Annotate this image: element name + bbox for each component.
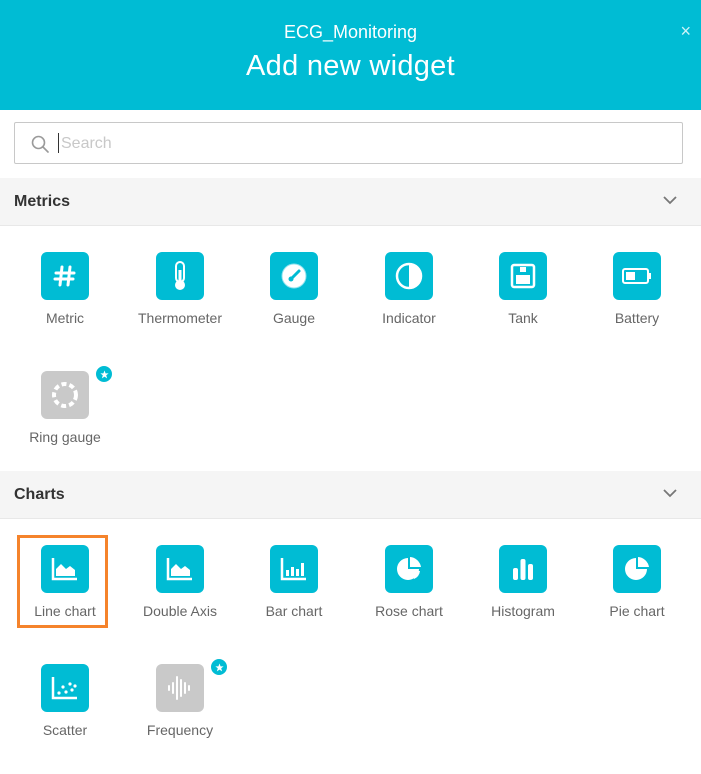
tank-icon <box>499 252 547 300</box>
close-icon[interactable]: × <box>680 21 691 42</box>
search-input[interactable] <box>59 133 663 155</box>
widget-label: Pie chart <box>609 603 665 619</box>
hash-icon <box>41 252 89 300</box>
section-metrics-title: Metrics <box>14 193 71 210</box>
scatter-icon <box>41 664 89 712</box>
widget-label: Ring gauge <box>29 429 101 445</box>
chevron-down-icon[interactable] <box>663 196 677 205</box>
widget-metric[interactable]: Metric <box>8 252 122 362</box>
widget-gauge[interactable]: Gauge <box>237 252 351 362</box>
ring-gauge-icon <box>41 371 89 419</box>
area-chart-icon <box>156 545 204 593</box>
chevron-down-icon[interactable] <box>663 489 677 498</box>
thermometer-icon <box>156 252 204 300</box>
widget-ring-gauge[interactable]: Ring gauge <box>8 365 122 481</box>
premium-star-icon <box>95 365 113 383</box>
battery-icon <box>613 252 661 300</box>
search-icon <box>31 135 49 153</box>
rose-chart-icon <box>385 545 433 593</box>
widget-label: Scatter <box>42 722 88 738</box>
widget-label: Histogram <box>491 603 555 619</box>
premium-star-icon <box>210 658 228 676</box>
pie-chart-icon <box>613 545 661 593</box>
widget-bar-chart[interactable]: Bar chart <box>237 545 351 655</box>
widget-label: Metric <box>45 310 85 326</box>
widget-label: Rose chart <box>375 603 443 619</box>
widget-scatter[interactable]: Scatter <box>8 664 122 774</box>
area-chart-icon <box>41 545 89 593</box>
widget-frequency[interactable]: Frequency <box>123 658 237 774</box>
widget-double-axis[interactable]: Double Axis <box>123 545 237 655</box>
widget-label: Thermometer <box>137 310 223 326</box>
section-charts-title: Charts <box>14 486 65 503</box>
gauge-icon <box>270 252 318 300</box>
widget-pie-chart[interactable]: Pie chart <box>580 545 694 655</box>
section-charts-header[interactable]: Charts <box>0 471 701 519</box>
widget-label: Tank <box>508 310 538 326</box>
search-box[interactable] <box>14 122 683 164</box>
widget-label: Frequency <box>146 722 214 738</box>
dashboard-name: ECG_Monitoring <box>283 22 418 42</box>
widget-label: Gauge <box>272 310 316 326</box>
widget-label: Double Axis <box>143 603 217 619</box>
widget-line-chart[interactable]: Line chart <box>8 545 122 655</box>
text-caret <box>58 133 59 153</box>
histogram-icon <box>499 545 547 593</box>
dialog-header: ECG_Monitoring Add new widget × <box>0 0 701 110</box>
widget-label: Battery <box>614 310 660 326</box>
widget-battery[interactable]: Battery <box>580 252 694 362</box>
widget-rose-chart[interactable]: Rose chart <box>352 545 466 655</box>
section-metrics-header[interactable]: Metrics <box>0 178 701 226</box>
bar-chart-icon <box>270 545 318 593</box>
widget-thermometer[interactable]: Thermometer <box>123 252 237 362</box>
frequency-icon <box>156 664 204 712</box>
widget-histogram[interactable]: Histogram <box>466 545 580 655</box>
widget-indicator[interactable]: Indicator <box>352 252 466 362</box>
widget-label: Indicator <box>382 310 436 326</box>
widget-label: Bar chart <box>265 603 323 619</box>
indicator-icon <box>385 252 433 300</box>
widget-tank[interactable]: Tank <box>466 252 580 362</box>
widget-label: Line chart <box>34 603 96 619</box>
dialog-title: Add new widget <box>246 50 455 82</box>
